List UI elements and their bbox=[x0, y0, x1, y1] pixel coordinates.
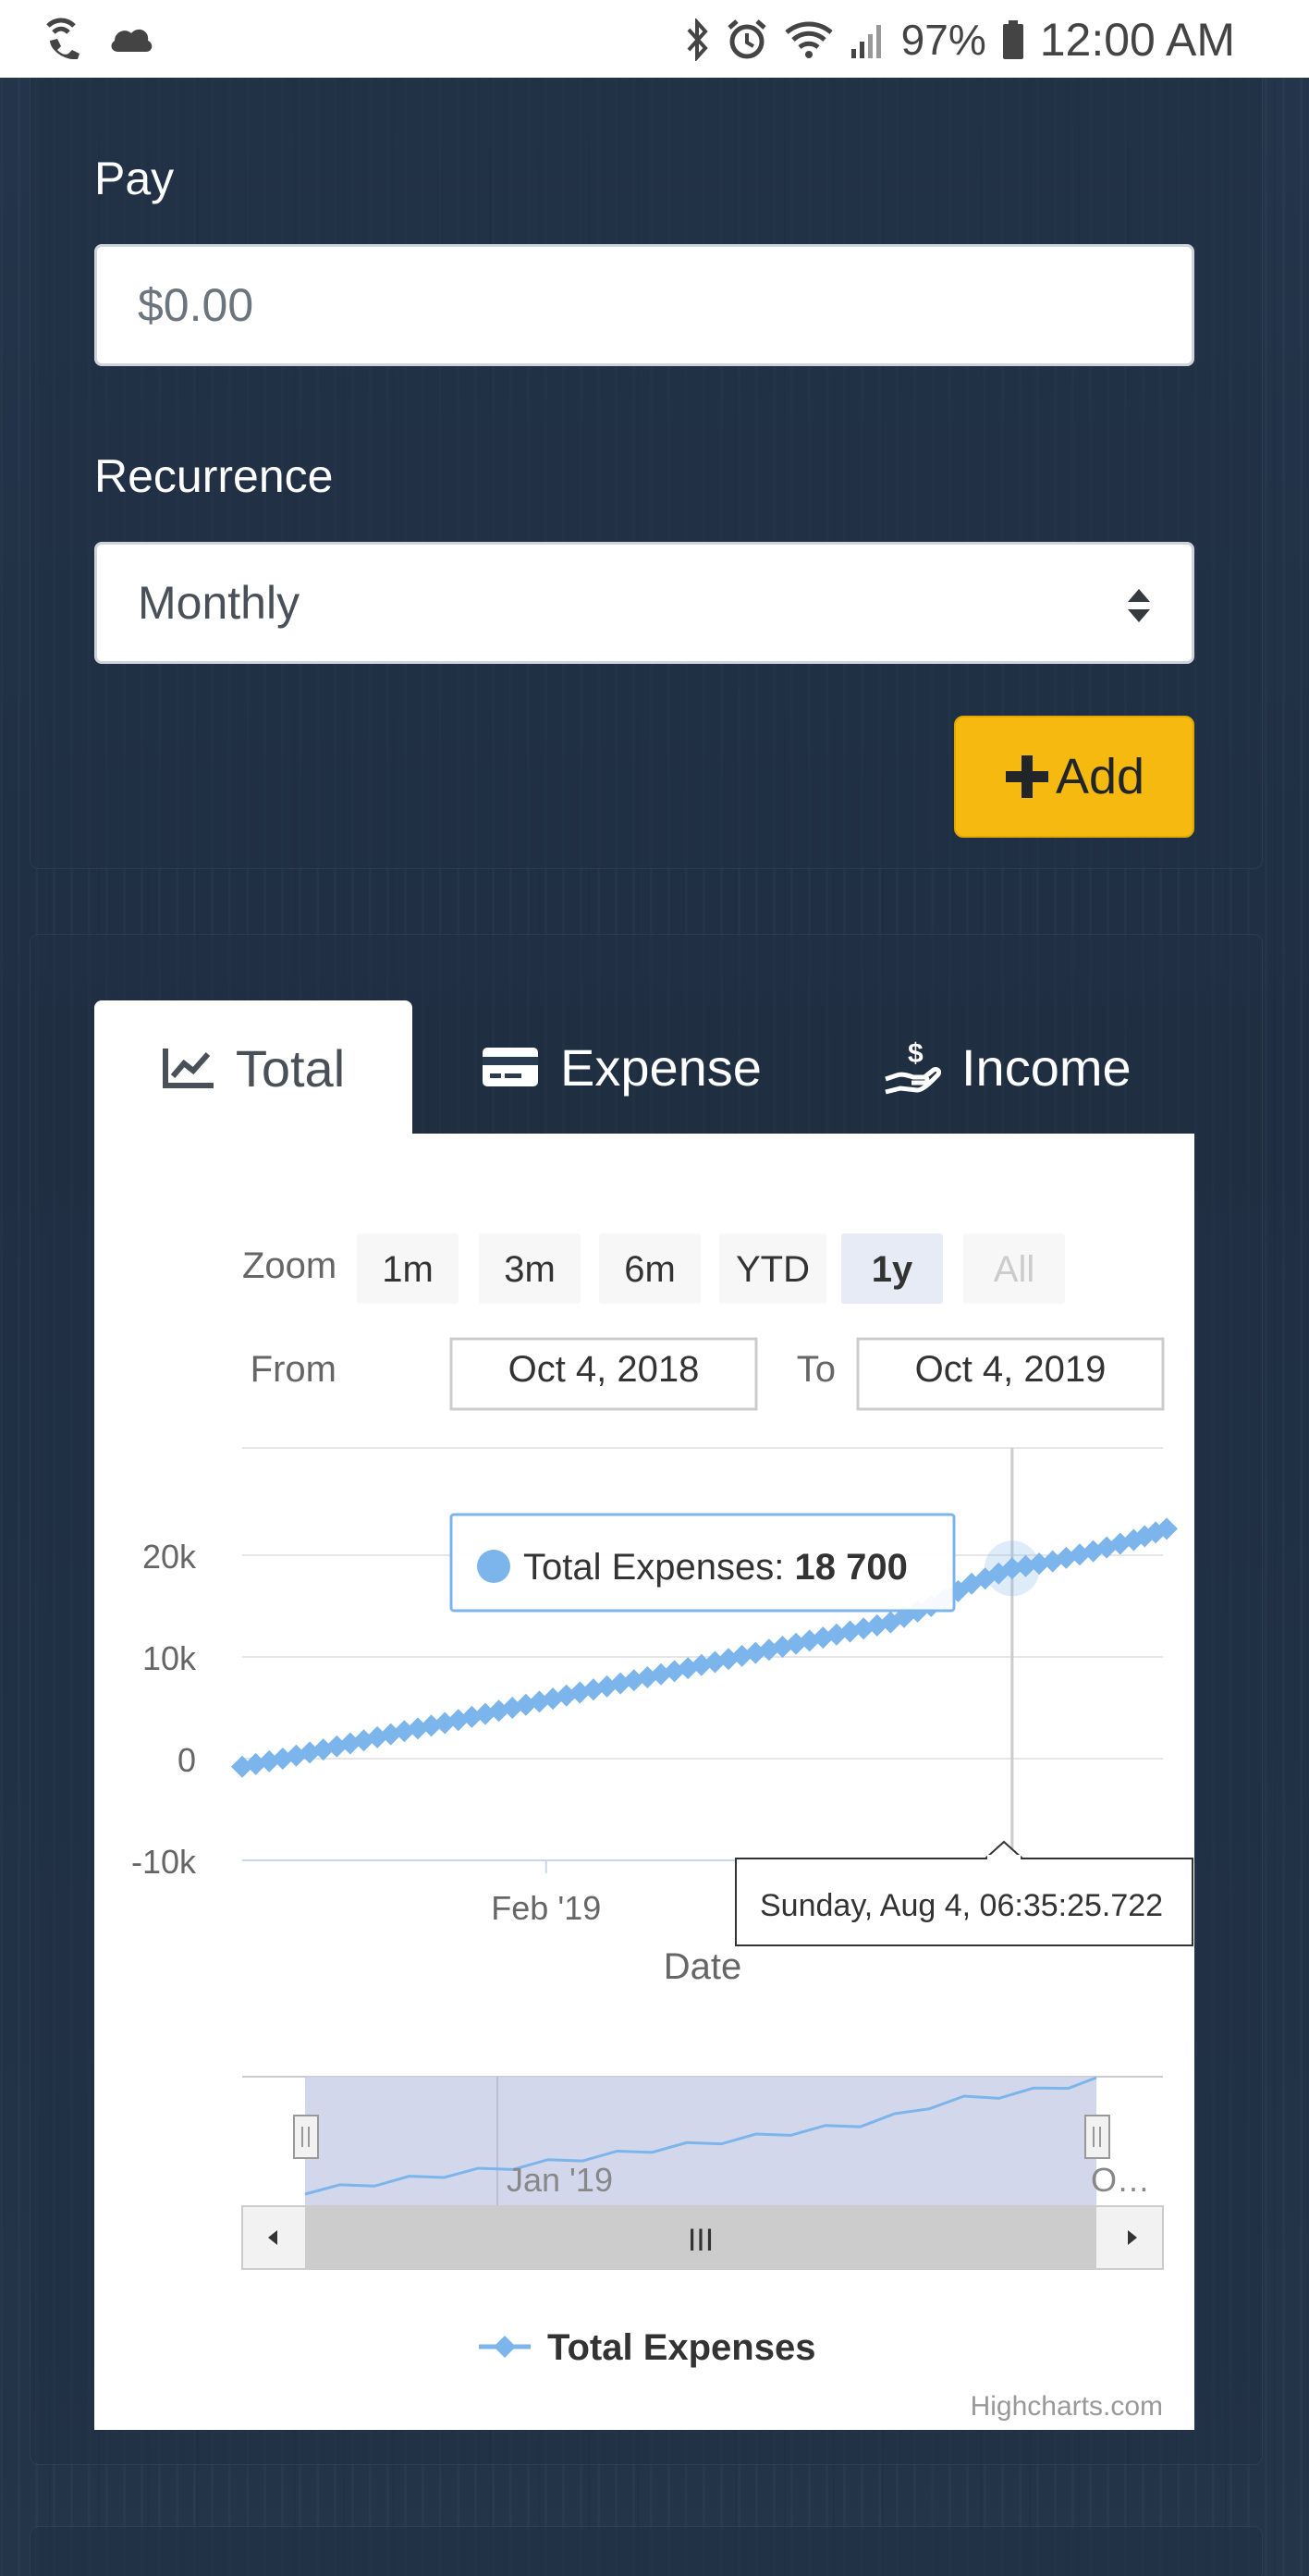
battery-icon bbox=[1002, 20, 1023, 59]
navigator-x-label: Jan '19 bbox=[507, 2161, 613, 2199]
tab-income-label: Income bbox=[961, 1037, 1132, 1097]
signal-icon bbox=[850, 25, 881, 58]
crosshair-label-text: Sunday, Aug 4, 06:35:25.722 bbox=[760, 1888, 1163, 1923]
y-axis-ticks: 20k 10k 0 -10k bbox=[131, 1538, 197, 1881]
next-card bbox=[30, 2526, 1263, 2576]
tooltip-marker bbox=[477, 1550, 510, 1583]
hover-halo bbox=[984, 1540, 1040, 1597]
y-tick-label: 0 bbox=[177, 1741, 196, 1779]
credit-card-icon bbox=[483, 1048, 538, 1086]
hand-dollar-icon: $ bbox=[885, 1038, 941, 1095]
recurrence-select[interactable]: Monthly bbox=[94, 542, 1194, 664]
recurrence-value: Monthly bbox=[138, 577, 300, 629]
zoom-buttons: 1m 3m 6m YTD 1y All bbox=[357, 1233, 1065, 1304]
navigator-handle-left[interactable] bbox=[293, 2115, 319, 2159]
chart-panel: Zoom 1m 3m 6m YTD 1y All From Oct 4, 2018 To … bbox=[94, 1134, 1194, 2430]
zoom-button-label: 6m bbox=[624, 1249, 676, 1290]
recurrence-label: Recurrence bbox=[94, 450, 334, 502]
status-bar: 97% 12:00 AM bbox=[0, 0, 1309, 78]
tab-total[interactable]: Total bbox=[94, 1000, 412, 1135]
wifi-call-icon bbox=[46, 18, 80, 59]
y-tick-label: -10k bbox=[131, 1843, 197, 1881]
cloud-icon bbox=[111, 29, 153, 52]
select-arrows-icon bbox=[1128, 589, 1150, 622]
tab-total-label: Total bbox=[235, 1038, 346, 1098]
battery-percent: 97% bbox=[900, 16, 986, 64]
navigator[interactable]: Jan '19 O… bbox=[242, 2076, 1165, 2206]
zoom-button-label: All bbox=[994, 1249, 1034, 1290]
add-button[interactable]: Add bbox=[954, 716, 1194, 838]
zoom-button-label: 3m bbox=[504, 1249, 556, 1290]
alarm-icon bbox=[728, 19, 766, 59]
wifi-icon bbox=[785, 21, 833, 58]
zoom-label: Zoom bbox=[242, 1245, 336, 1286]
zoom-button-label: YTD bbox=[736, 1249, 810, 1290]
svg-text:$: $ bbox=[908, 1038, 924, 1069]
pay-input[interactable]: $0.00 bbox=[94, 244, 1194, 366]
legend[interactable]: Total Expenses bbox=[479, 2327, 815, 2368]
tab-expense-label: Expense bbox=[560, 1037, 762, 1097]
from-label: From bbox=[251, 1349, 336, 1390]
pay-label: Pay bbox=[94, 153, 175, 204]
tab-expense[interactable]: Expense bbox=[481, 1000, 762, 1134]
scrollbar-grip: III bbox=[688, 2223, 714, 2258]
to-date-value: Oct 4, 2019 bbox=[915, 1349, 1107, 1390]
bluetooth-icon bbox=[687, 18, 708, 61]
y-tick-label: 20k bbox=[142, 1538, 197, 1576]
plus-icon bbox=[1005, 755, 1048, 798]
to-label: To bbox=[797, 1349, 836, 1390]
y-tick-label: 10k bbox=[142, 1639, 197, 1677]
x-axis-ticks: Feb '19 bbox=[491, 1860, 601, 1927]
from-date-value: Oct 4, 2018 bbox=[508, 1349, 700, 1390]
clock: 12:00 AM bbox=[1039, 14, 1235, 66]
tab-income[interactable]: $ Income bbox=[884, 1000, 1132, 1134]
x-tick-label: Feb '19 bbox=[491, 1889, 601, 1927]
scrollbar[interactable]: III bbox=[241, 2205, 1164, 2270]
crosshair-label: Sunday, Aug 4, 06:35:25.722 bbox=[735, 1840, 1193, 1946]
add-button-label: Add bbox=[1055, 749, 1145, 804]
zoom-button-label: 1m bbox=[382, 1249, 434, 1290]
tooltip-text: Total Expenses: 18 700 bbox=[523, 1547, 908, 1588]
x-axis-title: Date bbox=[664, 1946, 742, 1987]
pointer-cover bbox=[987, 1855, 1021, 1862]
legend-diamond-icon bbox=[494, 2336, 516, 2358]
tooltip: Total Expenses: 18 700 bbox=[449, 1513, 956, 1613]
navigator-x-label-right: O… bbox=[1091, 2161, 1150, 2199]
plot-grid bbox=[242, 1447, 1163, 1861]
navigator-handle-right[interactable] bbox=[1084, 2115, 1110, 2159]
chart-area-icon bbox=[162, 1049, 214, 1088]
legend-item-label: Total Expenses bbox=[547, 2327, 815, 2368]
zoom-button-label: 1y bbox=[872, 1249, 913, 1290]
credits-link[interactable]: Highcharts.com bbox=[971, 2391, 1163, 2422]
stock-chart[interactable]: Zoom 1m 3m 6m YTD 1y All From Oct 4, 2018 To … bbox=[94, 1134, 1194, 2430]
